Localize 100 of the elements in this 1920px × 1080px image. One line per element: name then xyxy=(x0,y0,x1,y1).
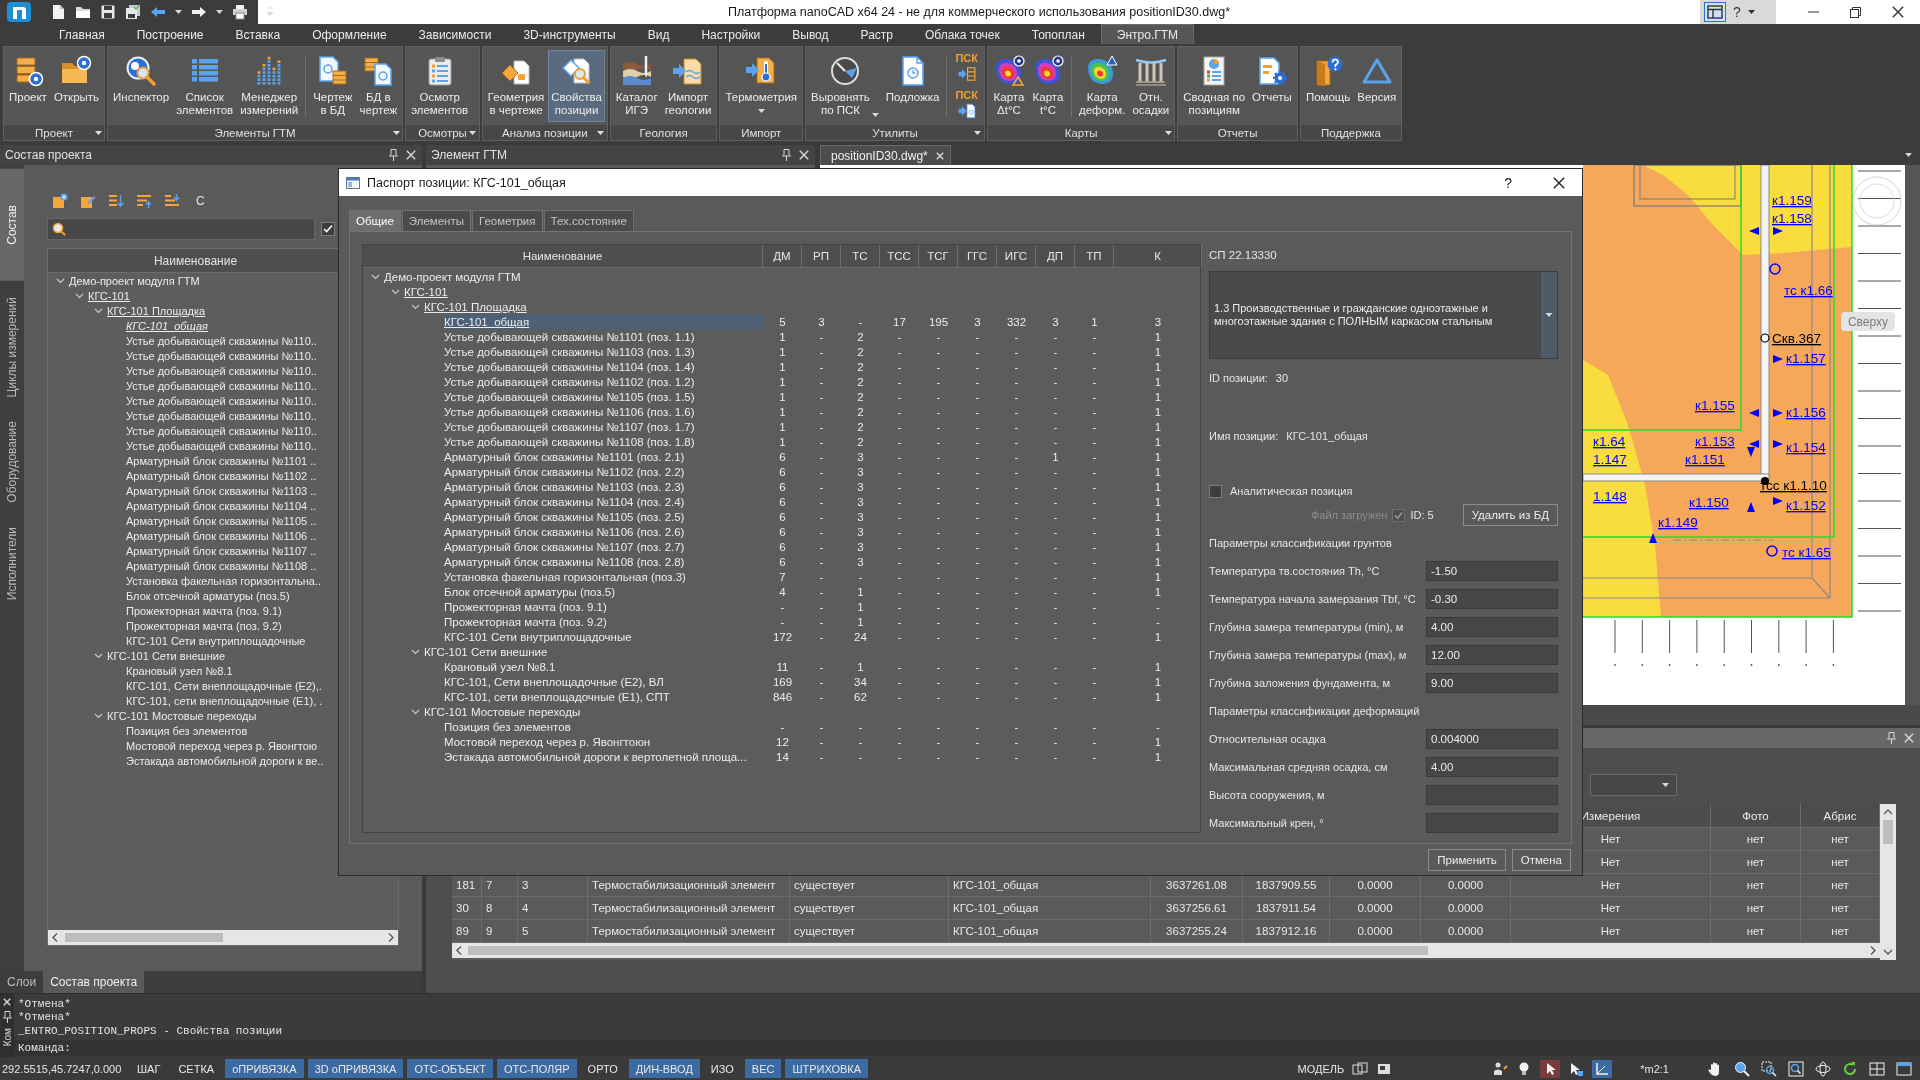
tree-item[interactable]: Блок отсечной арматуры (поз.5) xyxy=(444,584,615,599)
vertical-scrollbar[interactable] xyxy=(1880,804,1896,960)
view-cube-label[interactable]: Сверху xyxy=(1841,312,1895,331)
tree-item[interactable]: Арматурный блок скважины №1106 (поз. 2.6) xyxy=(444,524,685,539)
tree-item[interactable]: Арматурный блок скважины №1108 .. xyxy=(126,559,317,572)
status-toggle[interactable]: ОРТО xyxy=(580,1059,625,1078)
tree-item[interactable]: Устье добывающей скважины №110.. xyxy=(126,439,317,452)
ribbon-tab[interactable]: Оформление xyxy=(296,24,403,44)
ribbon-button[interactable]: Отн. осадки xyxy=(1129,50,1173,122)
ribbon-tab[interactable]: 3D-инструменты xyxy=(507,24,632,44)
arrow-left-icon[interactable] xyxy=(150,4,166,20)
edit-item-icon[interactable] xyxy=(80,193,96,209)
caret-icon[interactable] xyxy=(1747,10,1755,14)
axes-icon[interactable] xyxy=(1592,1059,1613,1078)
status-toggle[interactable]: 3D оПРИВЯЗКА xyxy=(307,1059,404,1078)
side-tab[interactable]: Состав xyxy=(0,169,24,281)
chevron-down-icon[interactable] xyxy=(411,302,420,311)
chevron-down-icon[interactable] xyxy=(411,707,420,716)
panel-tab[interactable]: Состав проекта xyxy=(43,971,145,993)
ribbon-button[interactable]: БД в чертеж xyxy=(356,50,401,122)
restore-icon[interactable] xyxy=(1850,6,1861,18)
tree-item[interactable]: КГС-101, сети внеплощадочные (Е1), . xyxy=(126,694,323,707)
delete-button[interactable]: Удалить из БД xyxy=(1462,504,1558,526)
ribbon-button[interactable]: Сводная по позициям xyxy=(1180,50,1249,122)
side-tab[interactable]: Циклы измерений xyxy=(0,288,24,406)
dialog-tab[interactable]: Элементы xyxy=(401,210,471,231)
orbit-icon[interactable] xyxy=(1815,1060,1831,1077)
tree-item[interactable]: КГС-101 Сети внешние xyxy=(107,649,226,662)
document-tab[interactable]: positionID30.dwg* xyxy=(820,145,951,165)
group-menu-caret-icon[interactable] xyxy=(1164,130,1172,135)
status-toggle[interactable]: оПРИВЯЗКА xyxy=(225,1059,304,1078)
tree-item[interactable]: КГС-101_общая xyxy=(126,319,208,332)
tree-item[interactable]: Устье добывающей скважины №110.. xyxy=(126,379,317,392)
search-field[interactable] xyxy=(47,218,315,240)
ribbon-button[interactable]: Импорт геологии xyxy=(661,50,715,122)
input-field[interactable]: 0.004000 xyxy=(1426,729,1558,749)
ribbon-tab[interactable]: Вставка xyxy=(219,24,297,44)
sort-up-icon[interactable] xyxy=(136,193,152,209)
toolbar-button[interactable]: С xyxy=(194,194,207,208)
tree-item[interactable]: КГС-101 Сети внешние xyxy=(424,644,548,659)
status-toggle[interactable]: СЕТКА xyxy=(171,1059,222,1078)
status-toggle[interactable]: ДИН-ВВОД xyxy=(628,1059,700,1078)
tree-item[interactable]: Устье добывающей скважины №110.. xyxy=(126,424,317,437)
side-tab[interactable]: Исполнители xyxy=(0,518,24,609)
ribbon-button[interactable]: Проект xyxy=(6,50,50,122)
status-toggle[interactable]: ШТРИХОВКА xyxy=(785,1059,869,1078)
magnifier-icon[interactable] xyxy=(1734,1060,1750,1077)
group-menu-caret-icon[interactable] xyxy=(597,130,605,135)
ribbon-button[interactable]: Карта Δt°C xyxy=(990,50,1028,122)
tree-item[interactable]: Арматурный блок скважины №1107 (поз. 2.7) xyxy=(444,539,685,554)
floppies-icon[interactable] xyxy=(125,4,141,20)
group-menu-caret-icon[interactable] xyxy=(974,130,982,135)
tree-item[interactable]: Устье добывающей скважины №1105 (поз. 1.5) xyxy=(444,389,695,404)
tree-item[interactable]: Прожекторная мачта (поз. 9.2) xyxy=(126,619,282,632)
horizontal-scrollbar[interactable] xyxy=(452,943,1880,958)
input-field[interactable]: -0.30 xyxy=(1426,589,1558,609)
chevron-down-icon[interactable] xyxy=(56,276,65,285)
chevron-down-icon[interactable] xyxy=(411,647,420,656)
tree-item[interactable]: КГС-101 xyxy=(404,284,448,299)
ribbon-button[interactable]: Карта деформ. xyxy=(1076,50,1129,122)
input-field[interactable]: -1.50 xyxy=(1426,561,1558,581)
ribbon-button[interactable]: Чертеж в БД xyxy=(310,50,356,122)
side-tab[interactable]: Оборудование xyxy=(0,413,24,511)
layout-tabs-icon[interactable] xyxy=(1352,1060,1369,1077)
refresh-icon[interactable] xyxy=(1842,1060,1858,1077)
tree-item[interactable]: Эстакада автомобильной дороги к вертолетной площа... xyxy=(444,749,747,764)
pin-icon[interactable] xyxy=(389,149,398,161)
tree-item[interactable]: КГС-101 xyxy=(88,289,130,302)
group-menu-caret-icon[interactable] xyxy=(94,130,102,135)
tree-item[interactable]: Арматурный блок скважины №1101 .. xyxy=(126,454,317,467)
tree-item[interactable]: Арматурный блок скважины №1107 .. xyxy=(126,544,317,557)
category-dropdown[interactable]: 1.3 Производственные и гражданские одноэтажные и многоэтажные здания с ПОЛНЫМ каркасом стальным xyxy=(1209,271,1558,359)
tree-item[interactable]: Арматурный блок скважины №1102 .. xyxy=(126,469,317,482)
tree-item[interactable]: КГС-101 Площадка xyxy=(107,304,206,317)
tree-item[interactable]: Крановый узел №8.1 xyxy=(444,659,556,674)
tree-item[interactable]: Арматурный блок скважины №1103 .. xyxy=(126,484,317,497)
ribbon-tab[interactable]: Главная xyxy=(43,24,121,44)
tree-item[interactable]: КГС-101 Мостовые переходы xyxy=(107,709,257,722)
tree-item[interactable]: Устье добывающей скважины №110.. xyxy=(126,409,317,422)
input-field[interactable]: 4.00 xyxy=(1426,757,1558,777)
status-toggle[interactable]: ОТС-ПОЛЯР xyxy=(496,1059,577,1078)
tree-item[interactable]: Мостовой переход через р. Явонгтоюн xyxy=(444,734,651,749)
tree-item[interactable]: Устье добывающей скважины №110.. xyxy=(126,394,317,407)
tree-item[interactable]: Арматурный блок скважины №1106 .. xyxy=(126,529,317,542)
help-button[interactable]: ? xyxy=(1733,4,1741,20)
status-toggle[interactable]: ОТС-ОБЪЕКТ xyxy=(407,1059,493,1078)
dialog-tab[interactable]: Тех.состояние xyxy=(543,210,634,231)
column-header[interactable]: РП xyxy=(802,245,841,267)
status-toggle[interactable]: ШАГ xyxy=(130,1059,168,1078)
column-header[interactable]: ТСГ xyxy=(919,245,958,267)
tree-item[interactable]: Крановый узел №8.1 xyxy=(126,664,233,677)
input-field[interactable]: 9.00 xyxy=(1426,673,1558,693)
column-header[interactable]: ГГС xyxy=(958,245,997,267)
chevron-down-icon[interactable] xyxy=(371,272,380,281)
tree-item[interactable]: Арматурный блок скважины №1104 (поз. 2.4) xyxy=(444,494,685,509)
tree-item[interactable]: Позиция без элементов xyxy=(126,724,248,737)
ribbon-tab[interactable]: Настройки xyxy=(685,24,777,44)
tree-item[interactable]: Устье добывающей скважины №110.. xyxy=(126,334,317,347)
tree-item[interactable]: Арматурный блок скважины №1101 (поз. 2.1) xyxy=(444,449,685,464)
tree-item[interactable]: Арматурный блок скважины №1108 (поз. 2.8) xyxy=(444,554,685,569)
